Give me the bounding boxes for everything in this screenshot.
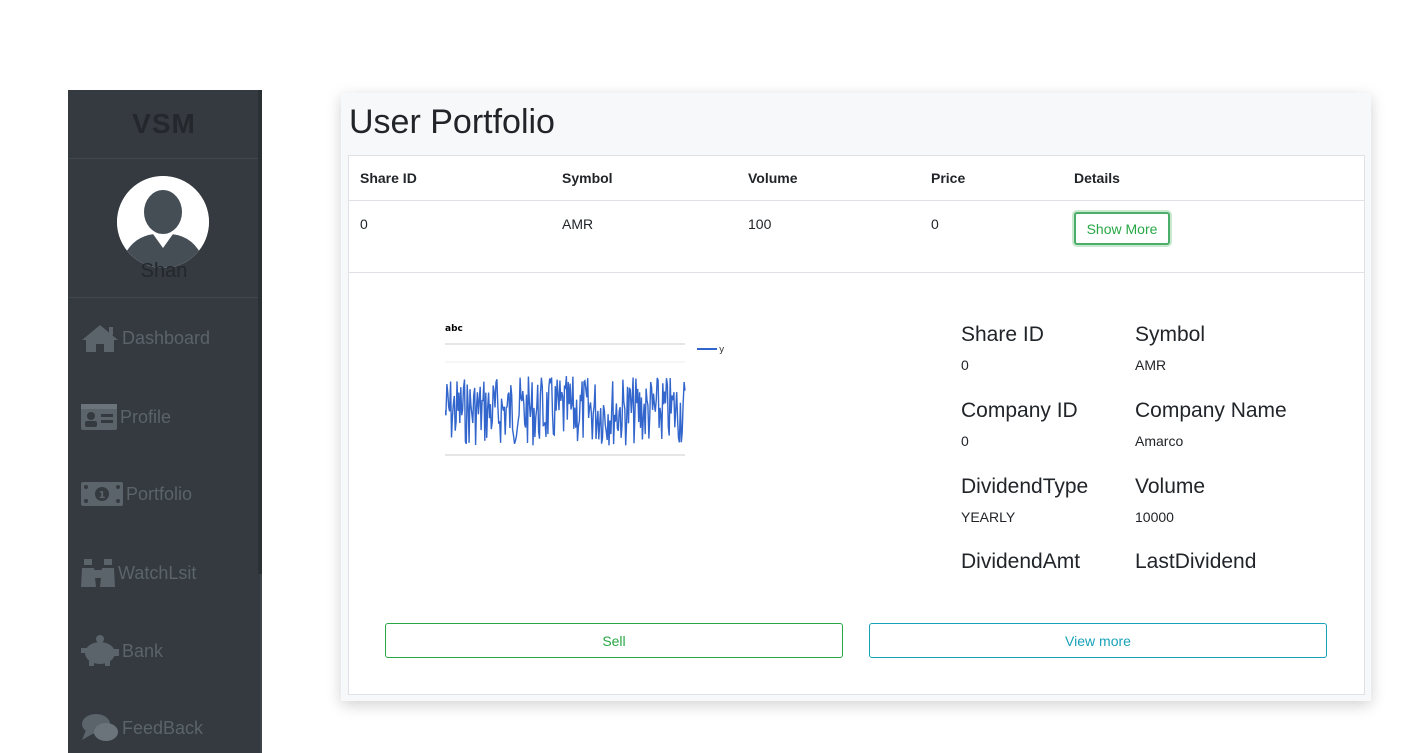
user-avatar-icon [117,176,209,268]
sidebar-item-label: Portfolio [126,483,193,504]
field-value: AMR [1135,357,1167,373]
field-company-name: Company Name Amarco [1135,399,1287,449]
sidebar-item-label: Profile [120,406,172,427]
cell-volume: 100 [748,216,772,232]
field-last-dividend: LastDividend [1135,550,1256,584]
field-value: Amarco [1135,433,1184,449]
legend-label: y [719,345,725,355]
field-value: 10000 [1135,509,1174,525]
id-card-icon [80,403,118,431]
share-details: abc y Share ID 0 Symbol AMR Company ID 0 [349,273,1364,693]
field-value: YEARLY [961,509,1016,525]
field-label: Company ID [961,399,1078,422]
cell-share-id: 0 [360,216,368,232]
column-header-price: Price [931,170,966,186]
sidebar-item-feedback[interactable]: FeedBack [80,708,203,748]
sidebar-item-label: FeedBack [122,717,204,738]
column-header-symbol: Symbol [562,170,613,186]
column-header-details: Details [1074,170,1120,186]
field-value: 0 [961,433,969,449]
field-dividend-type: DividendType YEARLY [961,475,1088,525]
sidebar-item-label: WatchLsit [118,562,197,583]
brand-logo: VSM [68,90,260,159]
column-header-share-id: Share ID [360,170,417,186]
table-header: Share ID Symbol Volume Price Details [349,156,1364,201]
portfolio-panel: User Portfolio Share ID Symbol Volume Pr… [341,93,1371,701]
field-label: DividendAmt [961,550,1081,573]
field-symbol: Symbol AMR [1135,323,1205,373]
sidebar-item-portfolio[interactable]: 1 Portfolio [80,474,192,514]
money-bill-icon: 1 [80,480,124,508]
sidebar-edge-lower [260,574,262,753]
binoculars-icon [80,558,116,588]
user-block: Shan [68,159,260,298]
sidebar-item-label: Dashboard [122,327,211,348]
price-chart: abc y [445,324,725,456]
cell-price: 0 [931,216,939,232]
sidebar-item-label: Bank [122,640,164,661]
view-more-button[interactable]: View more [869,623,1327,658]
piggy-bank-icon [80,635,120,667]
field-company-id: Company ID 0 [961,399,1078,449]
svg-text:1: 1 [99,490,106,501]
field-label: DividendType [961,475,1089,498]
field-label: Company Name [1135,399,1287,422]
chart-title: abc [445,324,463,334]
field-label: Symbol [1135,323,1206,346]
field-label: Volume [1135,475,1206,498]
sidebar-item-watchlist[interactable]: WatchLsit [80,553,196,593]
field-label: LastDividend [1135,550,1257,573]
portfolio-table: Share ID Symbol Volume Price Details 0 A… [348,155,1365,695]
show-more-button[interactable]: Show More [1074,212,1170,245]
sidebar-item-dashboard[interactable]: Dashboard [80,318,210,358]
field-label: Share ID [961,323,1044,346]
field-volume: Volume 10000 [1135,475,1205,525]
field-value: 0 [961,357,969,373]
column-header-volume: Volume [748,170,798,186]
sell-button[interactable]: Sell [385,623,843,658]
sidebar-edge [258,90,262,574]
field-dividend-amt: DividendAmt [961,550,1080,584]
avatar [117,176,209,268]
page-title: User Portfolio [349,103,555,141]
home-icon [80,323,120,353]
username: Shan [140,260,188,282]
comments-icon [80,712,120,744]
cell-symbol: AMR [562,216,594,232]
field-share-id: Share ID 0 [961,323,1044,373]
table-row: 0 AMR 100 0 Show More [349,201,1364,273]
sidebar-item-profile[interactable]: Profile [80,397,171,437]
sidebar-item-bank[interactable]: Bank [80,631,163,671]
chart-series-line [445,376,686,446]
